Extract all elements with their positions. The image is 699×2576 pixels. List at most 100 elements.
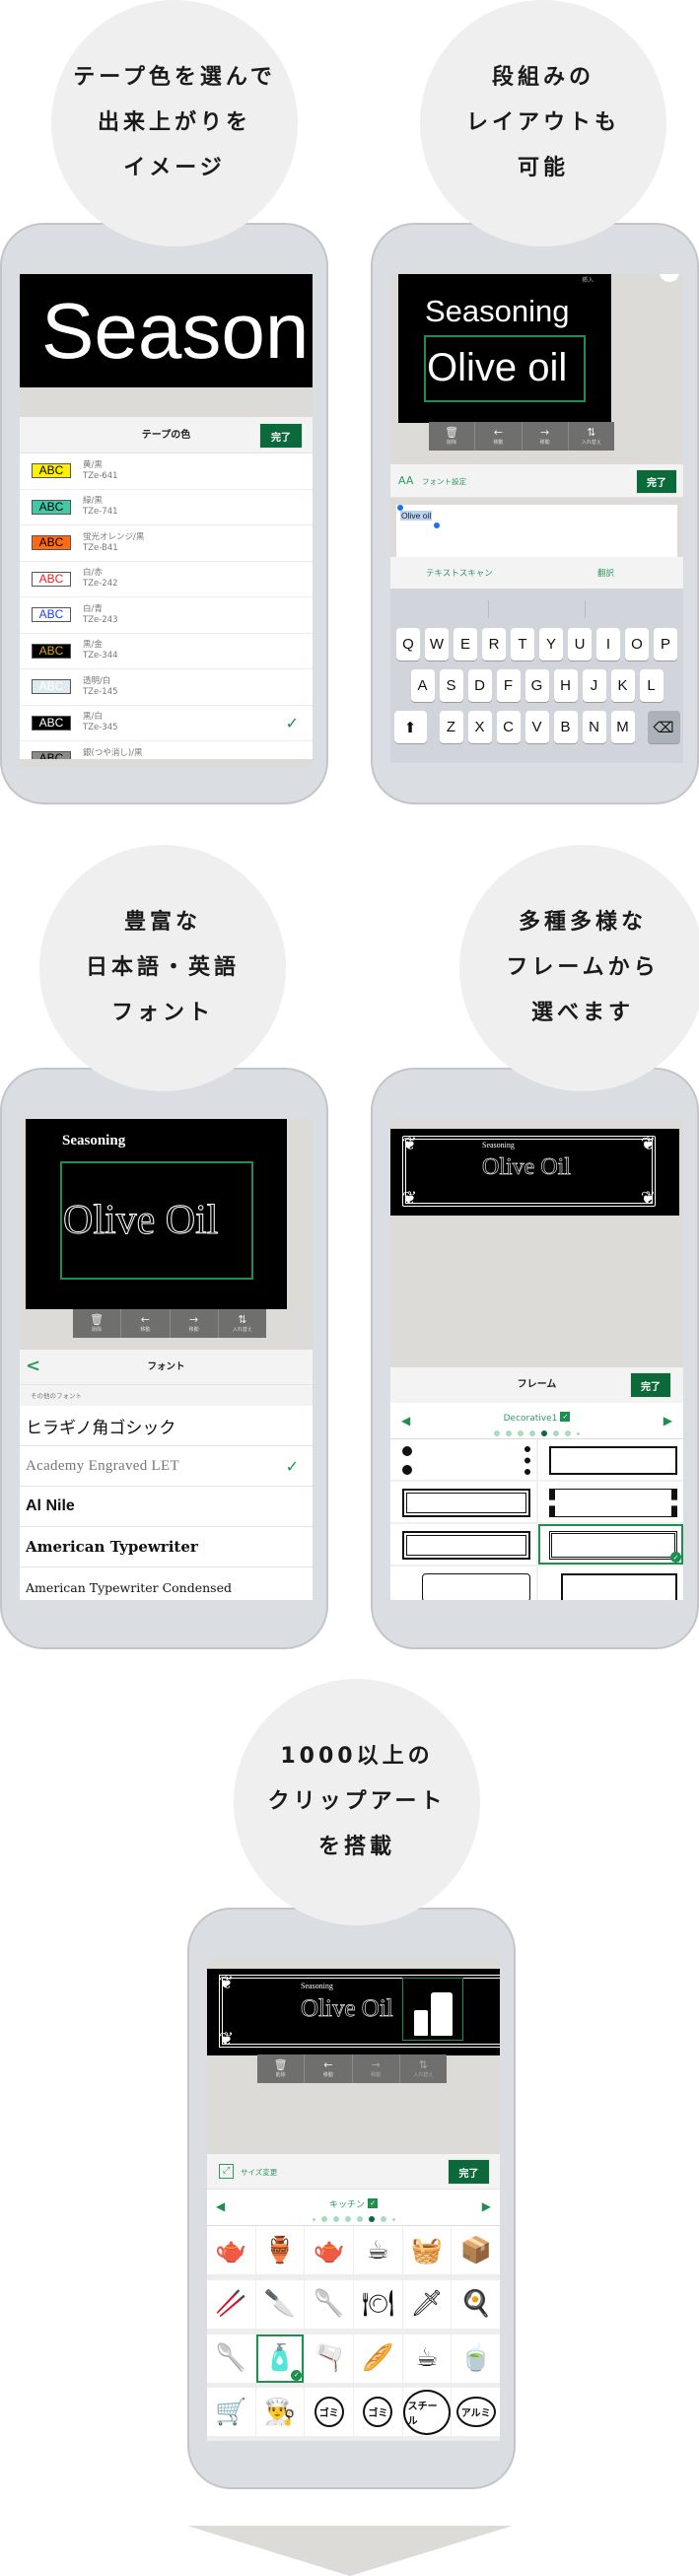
clipart-aluminum-recycle[interactable]: アルミ xyxy=(452,2388,500,2437)
clipart-bread-knife[interactable]: 🗡 xyxy=(402,2279,452,2329)
page-dot[interactable] xyxy=(320,2216,327,2222)
page-dot[interactable] xyxy=(529,1430,535,1436)
swap-button[interactable]: ⇅ 入れ替え xyxy=(219,1309,266,1338)
page-dot[interactable] xyxy=(553,1430,559,1436)
clipart-chopsticks[interactable]: 🥢 xyxy=(207,2279,255,2329)
key-g[interactable]: G xyxy=(524,669,549,702)
page-dot[interactable] xyxy=(494,1430,500,1436)
key-q[interactable]: Q xyxy=(396,628,420,661)
clipart-plate[interactable]: 🍽 xyxy=(354,2279,402,2329)
page-dot[interactable] xyxy=(344,2216,351,2222)
key-z[interactable]: Z xyxy=(439,711,463,743)
chevron-down-icon[interactable] xyxy=(187,2526,513,2576)
text-input-selection[interactable]: Olive oil xyxy=(400,511,433,521)
prev-category-button[interactable]: ◀ xyxy=(216,2199,225,2213)
key-k[interactable]: K xyxy=(610,669,635,702)
label-line-2-selected[interactable]: Olive Oil xyxy=(60,1161,253,1280)
frame-option-checker[interactable] xyxy=(537,1482,683,1522)
page-dot[interactable] xyxy=(506,1430,512,1436)
key-u[interactable]: U xyxy=(568,628,592,661)
label-line-1[interactable]: Seasoning xyxy=(62,1133,125,1149)
insert-label[interactable]: 挿入 xyxy=(582,275,594,284)
key-i[interactable]: I xyxy=(596,628,620,661)
page-dot[interactable] xyxy=(391,2217,395,2221)
font-option[interactable]: American Typewriter xyxy=(20,1527,313,1567)
label-line-2-selected[interactable]: Olive oil xyxy=(424,335,586,402)
clipart-coffee-cup[interactable]: ☕ xyxy=(402,2333,452,2383)
frame-option-dots[interactable] xyxy=(390,1439,536,1480)
clipart-masu-box[interactable]: 📦 xyxy=(452,2226,500,2274)
page-dot[interactable] xyxy=(541,1430,547,1436)
font-settings-link[interactable]: フォント設定 xyxy=(422,476,466,487)
clipart-steel-recycle[interactable]: スチール xyxy=(402,2388,452,2437)
move-left-button[interactable]: ← 移動 xyxy=(475,422,523,451)
key-m[interactable]: M xyxy=(610,711,635,743)
key-c[interactable]: C xyxy=(496,711,521,743)
clipart-steamer[interactable]: 🧺 xyxy=(402,2226,452,2274)
move-left-button[interactable]: ← 移動 xyxy=(305,2054,353,2083)
back-chevron-icon[interactable]: < xyxy=(26,1356,40,1376)
clipart-measuring-cup[interactable]: 🫗 xyxy=(305,2333,353,2383)
tape-color-row[interactable]: ABC 緑/黒 TZe-741 xyxy=(20,489,313,525)
done-button[interactable]: 完了 xyxy=(448,2159,490,2185)
key-t[interactable]: T xyxy=(511,628,534,661)
clipart-whisk-rolling-pin[interactable]: 🥖 xyxy=(354,2333,402,2383)
done-button[interactable]: 完了 xyxy=(259,423,303,449)
key-x[interactable]: X xyxy=(467,711,492,743)
clipart-bottles-selected[interactable] xyxy=(402,1978,463,2041)
tape-color-row[interactable]: ABC 黄/黒 TZe-641 xyxy=(20,453,313,490)
translate-button[interactable]: 翻訳 xyxy=(597,567,614,579)
delete-button[interactable]: 🗑 削除 xyxy=(257,2054,306,2083)
key-n[interactable]: N xyxy=(582,711,606,743)
label-line-2[interactable]: Olive Oil xyxy=(482,1154,572,1181)
key-l[interactable]: L xyxy=(639,669,664,702)
move-right-button[interactable]: → 移動 xyxy=(171,1309,219,1338)
page-dot[interactable] xyxy=(312,2217,315,2221)
clipart-pitcher[interactable]: 🏺 xyxy=(255,2226,305,2274)
key-e[interactable]: E xyxy=(454,628,477,661)
frame-option-key-corners[interactable] xyxy=(390,1524,536,1565)
key-o[interactable]: O xyxy=(625,628,649,661)
canvas-handle[interactable] xyxy=(660,274,679,282)
clipart-teacup[interactable]: ☕ xyxy=(354,2226,402,2274)
tape-color-row[interactable]: ABC 銀(つや消し)/黒TZe-M941 xyxy=(20,741,313,759)
category-name-wrap[interactable]: Decorative1 ✓ xyxy=(390,1403,683,1425)
key-f[interactable]: F xyxy=(496,669,521,702)
resize-button[interactable]: サイズ変更 xyxy=(241,2167,277,2178)
font-option[interactable]: Academy Engraved LET ✓ xyxy=(20,1446,313,1487)
page-dot[interactable] xyxy=(565,1430,571,1436)
tape-color-row[interactable]: ABC 透明/白 TZe-145 xyxy=(20,669,313,706)
move-right-button[interactable]: → 移動 xyxy=(523,422,569,451)
clipart-spatula[interactable]: 🍳 xyxy=(452,2279,500,2329)
frame-option-clip-tube[interactable] xyxy=(390,1566,536,1600)
clipart-bottles[interactable]: 🧴 ✓ xyxy=(255,2333,305,2383)
next-category-button[interactable]: ▶ xyxy=(664,1414,672,1427)
done-button[interactable]: 完了 xyxy=(630,1372,671,1398)
category-name-wrap[interactable]: キッチン ✓ xyxy=(207,2190,500,2211)
shift-key[interactable]: ⬆ xyxy=(393,711,427,743)
clipart-chef-hat[interactable]: 👨‍🍳 xyxy=(255,2388,305,2437)
page-dot[interactable] xyxy=(356,2216,363,2222)
label-line-1[interactable]: Seasoning xyxy=(482,1141,515,1149)
label-line-1[interactable]: Seasoning xyxy=(425,292,570,331)
selection-handle-end[interactable] xyxy=(434,522,440,528)
text-input-area[interactable]: Olive oil xyxy=(396,505,677,557)
selection-handle-start[interactable] xyxy=(397,505,403,511)
done-button[interactable]: 完了 xyxy=(636,469,677,494)
frame-option-bars[interactable] xyxy=(390,1482,536,1522)
move-right-button[interactable]: → 移動 xyxy=(353,2054,400,2083)
swap-button[interactable]: ⇅ 入れ替え xyxy=(400,2054,447,2083)
font-option[interactable]: ヒラギノ角ゴシック xyxy=(20,1406,313,1446)
move-left-button[interactable]: ← 移動 xyxy=(121,1309,171,1338)
page-dot[interactable] xyxy=(368,2216,375,2222)
key-d[interactable]: D xyxy=(467,669,492,702)
text-scan-button[interactable]: テキストスキャン xyxy=(426,567,493,579)
clipart-kitchen-knife[interactable]: 🔪 xyxy=(255,2279,305,2329)
swap-button[interactable]: ⇅ 入れ替え xyxy=(569,422,614,451)
clipart-measuring-spoons[interactable]: 🥄 xyxy=(207,2333,255,2383)
key-s[interactable]: S xyxy=(439,669,463,702)
tape-color-row[interactable]: ABC 白/青 TZe-243 xyxy=(20,597,313,634)
next-category-button[interactable]: ▶ xyxy=(482,2199,491,2213)
font-option[interactable]: American Typewriter Condensed xyxy=(20,1567,313,1600)
key-v[interactable]: V xyxy=(524,711,549,743)
